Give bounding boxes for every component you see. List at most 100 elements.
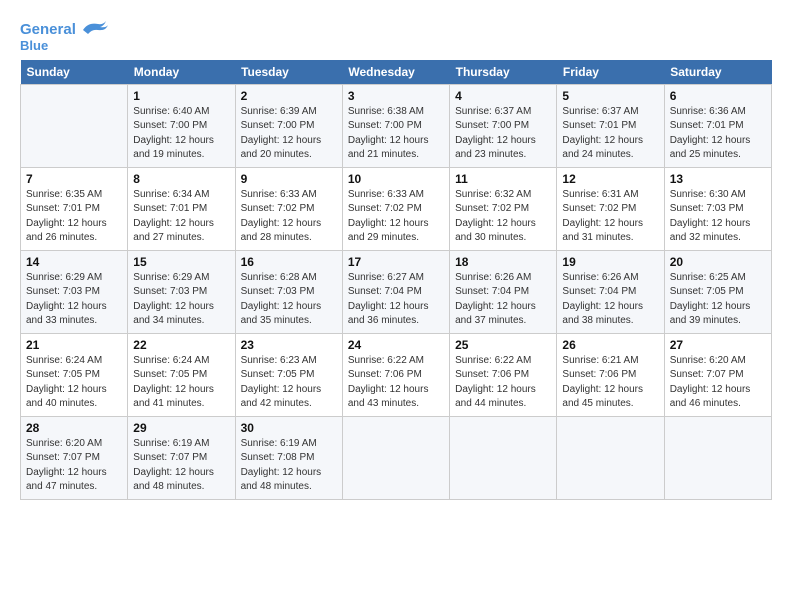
day-info: Sunrise: 6:29 AM Sunset: 7:03 PM Daylight:… <box>26 271 122 329</box>
calendar-cell: 12Sunrise: 6:31 AMSunset: 7:02 PMDayligh… <box>557 167 664 250</box>
day-number: 10 <box>348 172 444 186</box>
calendar-week-row: 1Sunrise: 6:40 AMSunset: 7:00 PMDaylight… <box>21 84 772 167</box>
day-number: 17 <box>348 255 444 269</box>
day-info: Sunrise: 6:35 AMSunset: 7:01 PMDaylight:… <box>26 188 122 246</box>
day-info-line: and 31 minutes. <box>562 232 633 243</box>
calendar-cell: 19Sunrise: 6:26 AMSunset: 7:04 PMDayligh… <box>557 250 664 333</box>
day-info-line: and 39 minutes. <box>670 315 741 326</box>
day-number: 13 <box>670 172 766 186</box>
day-info-line: Sunrise: 6:29 AM <box>26 272 102 283</box>
day-number: 1 <box>133 89 229 103</box>
day-info: Sunrise: 6:22 AMSunset: 7:06 PMDaylight:… <box>455 354 551 412</box>
day-info: Sunrise: 6:21 AMSunset: 7:06 PMDaylight:… <box>562 354 658 412</box>
day-info-line: Sunset: 7:05 PM <box>670 286 744 297</box>
logo-text: General <box>20 21 76 39</box>
calendar-cell: 22Sunrise: 6:24 AMSunset: 7:05 PMDayligh… <box>128 333 235 416</box>
day-number: 6 <box>670 89 766 103</box>
day-info-line: Daylight: 12 hours <box>26 467 107 478</box>
day-info: Sunrise: 6:26 AMSunset: 7:04 PMDaylight:… <box>562 271 658 329</box>
day-info: Sunrise: 6:37 AMSunset: 7:00 PMDaylight:… <box>455 105 551 163</box>
day-info-line: Sunset: 7:02 PM <box>241 203 315 214</box>
day-info-line: Daylight: 12 hours <box>241 218 322 229</box>
day-info-line: Sunrise: 6:29 AM <box>133 272 209 283</box>
day-number: 16 <box>241 255 337 269</box>
day-info: Sunrise: 6:27 AMSunset: 7:04 PMDaylight:… <box>348 271 444 329</box>
day-info-line: and 29 minutes. <box>348 232 419 243</box>
day-number: 5 <box>562 89 658 103</box>
day-info-line: and 48 minutes. <box>133 481 204 492</box>
day-info-line: Sunrise: 6:37 AM <box>455 106 531 117</box>
calendar-cell: 18Sunrise: 6:26 AMSunset: 7:04 PMDayligh… <box>450 250 557 333</box>
day-number: 9 <box>241 172 337 186</box>
logo-general: General <box>20 21 76 38</box>
calendar-cell <box>342 416 449 499</box>
day-info-line: and 25 minutes. <box>670 149 741 160</box>
day-info-line: Sunrise: 6:26 AM <box>455 272 531 283</box>
day-info: Sunrise: 6:33 AM Sunset: 7:02 PM Daylight:… <box>241 188 337 246</box>
day-info-line: Sunset: 7:03 PM <box>26 286 100 297</box>
day-info-line: Sunset: 7:01 PM <box>133 203 207 214</box>
calendar-day-header: Wednesday <box>342 60 449 85</box>
day-info-line: Daylight: 12 hours <box>133 467 214 478</box>
day-number: 4 <box>455 89 551 103</box>
day-info: Sunrise: 6:36 AMSunset: 7:01 PMDaylight:… <box>670 105 766 163</box>
calendar-cell: 16Sunrise: 6:28 AMSunset: 7:03 PMDayligh… <box>235 250 342 333</box>
day-info-line: Daylight: 12 hours <box>670 135 751 146</box>
day-number: 14 <box>26 255 122 269</box>
day-info-line: Daylight: 12 hours <box>348 301 429 312</box>
day-number: 2 <box>241 89 337 103</box>
day-info-line: and 26 minutes. <box>26 232 97 243</box>
day-info-line: Daylight: 12 hours <box>241 467 322 478</box>
day-info-line: and 21 minutes. <box>348 149 419 160</box>
day-info-line: Sunset: 7:05 PM <box>241 369 315 380</box>
day-info: Sunrise: 6:24 AMSunset: 7:05 PMDaylight:… <box>133 354 229 412</box>
day-info-line: Sunrise: 6:25 AM <box>670 272 746 283</box>
page-header: General Blue <box>20 18 772 54</box>
day-info-line: Daylight: 12 hours <box>348 384 429 395</box>
day-info-line: Sunset: 7:03 PM <box>670 203 744 214</box>
day-info-line: Sunrise: 6:33 AM <box>241 189 317 200</box>
day-info-line: Sunset: 7:04 PM <box>562 286 636 297</box>
page-container: General Blue SundayMondayTuesdayWednesda… <box>0 0 792 510</box>
calendar-cell: 1Sunrise: 6:40 AMSunset: 7:00 PMDaylight… <box>128 84 235 167</box>
day-info: Sunrise: 6:25 AM Sunset: 7:05 PM Daylight:… <box>670 271 766 329</box>
day-info-line: and 41 minutes. <box>133 398 204 409</box>
day-info-line: Sunrise: 6:23 AM <box>241 355 317 366</box>
calendar-cell: 21Sunrise: 6:24 AMSunset: 7:05 PMDayligh… <box>21 333 128 416</box>
day-info-line: Daylight: 12 hours <box>455 135 536 146</box>
day-info-line: Sunset: 7:02 PM <box>562 203 636 214</box>
calendar-week-row: 21Sunrise: 6:24 AMSunset: 7:05 PMDayligh… <box>21 333 772 416</box>
day-info-line: Sunrise: 6:26 AM <box>562 272 638 283</box>
day-number: 7 <box>26 172 122 186</box>
day-info-line: Sunrise: 6:20 AM <box>26 438 102 449</box>
calendar-cell: 5Sunrise: 6:37 AMSunset: 7:01 PMDaylight… <box>557 84 664 167</box>
day-info-line: Sunrise: 6:39 AM <box>241 106 317 117</box>
calendar-cell: 15Sunrise: 6:29 AMSunset: 7:03 PMDayligh… <box>128 250 235 333</box>
day-info-line: Daylight: 12 hours <box>26 384 107 395</box>
day-info-line: Daylight: 12 hours <box>26 301 107 312</box>
day-number: 19 <box>562 255 658 269</box>
calendar-week-row: 14 Sunrise: 6:29 AM Sunset: 7:03 PM Dayligh… <box>21 250 772 333</box>
day-info: Sunrise: 6:19 AMSunset: 7:07 PMDaylight:… <box>133 437 229 495</box>
day-number: 12 <box>562 172 658 186</box>
day-info-line: Daylight: 12 hours <box>670 301 751 312</box>
day-number: 30 <box>241 421 337 435</box>
day-info: Sunrise: 6:31 AMSunset: 7:02 PMDaylight:… <box>562 188 658 246</box>
day-info: Sunrise: 6:19 AMSunset: 7:08 PMDaylight:… <box>241 437 337 495</box>
day-info-line: and 46 minutes. <box>670 398 741 409</box>
day-info-line: Sunset: 7:00 PM <box>133 120 207 131</box>
day-info-line: Sunset: 7:04 PM <box>455 286 529 297</box>
day-info-line: Sunset: 7:08 PM <box>241 452 315 463</box>
calendar-header: SundayMondayTuesdayWednesdayThursdayFrid… <box>21 60 772 85</box>
day-info-line: Daylight: 12 hours <box>455 384 536 395</box>
day-info-line: Sunset: 7:07 PM <box>26 452 100 463</box>
day-info-line: Sunrise: 6:34 AM <box>133 189 209 200</box>
day-info-line: and 23 minutes. <box>455 149 526 160</box>
day-info-line: and 42 minutes. <box>241 398 312 409</box>
day-info-line: and 20 minutes. <box>241 149 312 160</box>
day-info: Sunrise: 6:30 AMSunset: 7:03 PMDaylight:… <box>670 188 766 246</box>
day-info-line: Daylight: 12 hours <box>455 301 536 312</box>
day-info-line: Sunrise: 6:31 AM <box>562 189 638 200</box>
day-number: 15 <box>133 255 229 269</box>
day-info-line: Sunrise: 6:22 AM <box>455 355 531 366</box>
